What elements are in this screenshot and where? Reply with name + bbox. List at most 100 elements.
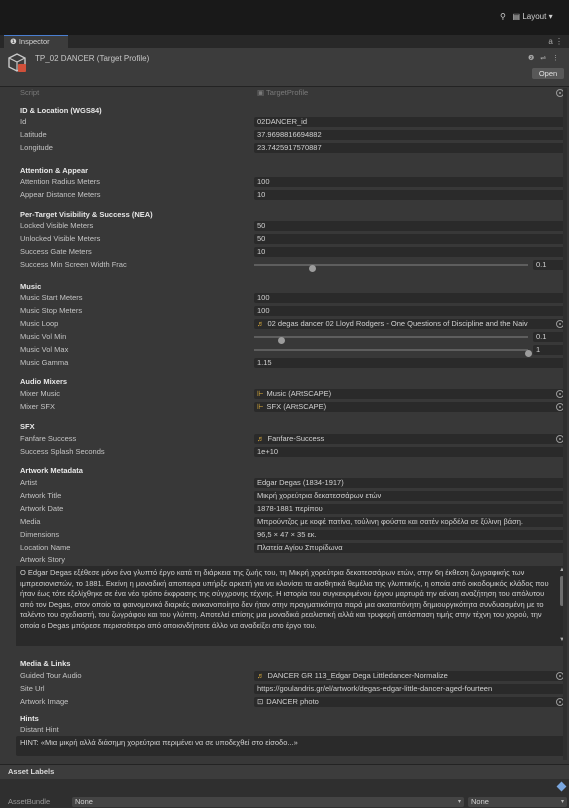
music-start-row: Music Start Meters 100 bbox=[0, 293, 569, 303]
music-volmax-row: Music Vol Max 1 bbox=[0, 345, 569, 357]
audio-field[interactable]: ♬ DANCER GR 113_Edgar Dega Littledancer-N… bbox=[254, 671, 566, 681]
slider-knob[interactable] bbox=[525, 350, 532, 357]
fanfare-row: Fanfare Success ♬ Fanfare-Success bbox=[0, 434, 569, 444]
locked-visible-input[interactable]: 50 bbox=[254, 221, 566, 231]
chevron-down-icon: ▾ bbox=[457, 799, 461, 805]
unlocked-visible-input[interactable]: 50 bbox=[254, 234, 566, 244]
locked-visible-row: Locked Visible Meters 50 bbox=[0, 221, 569, 231]
assetbundle-variant-value: None bbox=[471, 797, 489, 806]
artist-label: Artist bbox=[20, 478, 38, 487]
music-gamma-input[interactable]: 1.15 bbox=[254, 358, 566, 368]
latitude-input[interactable]: 37.9698816694882 bbox=[254, 130, 566, 140]
audio-clip-icon: ♬ bbox=[257, 319, 265, 328]
music-start-input[interactable]: 100 bbox=[254, 293, 566, 303]
section-audio-mixers: Audio Mixers bbox=[20, 377, 68, 386]
fanfare-field[interactable]: ♬ Fanfare-Success bbox=[254, 434, 566, 444]
artwork-date-input[interactable]: 1878-1881 περίπου bbox=[254, 504, 566, 514]
screen-width-label: Success Min Screen Width Frac bbox=[20, 260, 127, 269]
artwork-title-input[interactable]: Μικρή χορεύτρια δεκατεσσάρων ετών bbox=[254, 491, 566, 501]
longitude-input[interactable]: 23.7425917570887 bbox=[254, 143, 566, 153]
latitude-label: Latitude bbox=[20, 130, 47, 139]
audio-row: Guided Tour Audio ♬ DANCER GR 113_Edgar D… bbox=[0, 671, 569, 681]
layout-dropdown[interactable]: ⚲ ▤ Layout ▾ bbox=[500, 12, 553, 21]
story-textarea[interactable]: Ο Edgar Degas εξέθεσε μόνο ένα γλυπτό έρ… bbox=[16, 566, 557, 646]
success-gate-input[interactable]: 10 bbox=[254, 247, 566, 257]
assetbundle-variant-dropdown[interactable]: None ▾ bbox=[468, 797, 567, 807]
artist-input[interactable]: Edgar Degas (1834-1917) bbox=[254, 478, 566, 488]
location-name-input[interactable]: Πλατεία Αγίου Σπυρίδωνα bbox=[254, 543, 566, 553]
chevron-down-icon: ▾ bbox=[548, 12, 553, 21]
music-volmax-input[interactable]: 1 bbox=[533, 345, 566, 355]
id-label: Id bbox=[20, 117, 27, 126]
music-stop-input[interactable]: 100 bbox=[254, 306, 566, 316]
media-label: Media bbox=[20, 517, 41, 526]
longitude-label: Longitude bbox=[20, 143, 53, 152]
music-volmin-input[interactable]: 0.1 bbox=[533, 332, 566, 342]
music-loop-field[interactable]: ♬ 02 degas dancer 02 Lloyd Rodgers - One … bbox=[254, 319, 566, 329]
mixer-sfx-row: Mixer SFX ⊩ SFX (ARtSCAPE) bbox=[0, 402, 569, 412]
asset-labels-header[interactable]: Asset Labels bbox=[0, 764, 569, 780]
mixer-sfx-label: Mixer SFX bbox=[20, 402, 56, 411]
tab-label: Inspector bbox=[18, 37, 50, 46]
appear-distance-input[interactable]: 10 bbox=[254, 190, 566, 200]
section-music: Music bbox=[20, 282, 42, 291]
section-media-links: Media & Links bbox=[20, 659, 71, 668]
distant-hint-textarea[interactable]: HINT: «Μια μικρή αλλά διάσημη χορεύτρια … bbox=[16, 736, 566, 756]
mixer-icon: ⊩ bbox=[257, 389, 264, 398]
music-volmin-row: Music Vol Min 0.1 bbox=[0, 332, 569, 344]
music-gamma-label: Music Gamma bbox=[20, 358, 69, 367]
chevron-down-icon: ▾ bbox=[560, 799, 564, 805]
attention-radius-row: Attention Radius Meters 100 bbox=[0, 177, 569, 187]
artwork-image-field[interactable]: ⊡ DANCER photo bbox=[254, 697, 566, 707]
location-name-label: Location Name bbox=[20, 543, 71, 552]
fanfare-value: Fanfare-Success bbox=[267, 434, 325, 443]
header-menu-icon[interactable]: ❷ ⇌ ⋮ bbox=[528, 54, 561, 62]
artwork-title-label: Artwork Title bbox=[20, 491, 62, 500]
slider-knob[interactable] bbox=[308, 265, 316, 272]
toolbar bbox=[0, 0, 569, 35]
assetbundle-label: AssetBundle bbox=[8, 797, 51, 806]
tab-inspector[interactable]: ❶ Inspector bbox=[4, 35, 68, 48]
attention-radius-label: Attention Radius Meters bbox=[20, 177, 101, 186]
inspector-scrollbar[interactable] bbox=[563, 88, 567, 760]
scriptable-object-icon bbox=[8, 53, 26, 72]
section-id-location: ID & Location (WGS84) bbox=[20, 106, 102, 115]
mixer-sfx-field[interactable]: ⊩ SFX (ARtSCAPE) bbox=[254, 402, 566, 412]
screen-width-input[interactable]: 0.1 bbox=[533, 260, 566, 270]
mixer-music-field[interactable]: ⊩ Music (ARtSCAPE) bbox=[254, 389, 566, 399]
artwork-image-row: Artwork Image ⊡ DANCER photo bbox=[0, 697, 569, 707]
screen-width-slider[interactable] bbox=[254, 264, 528, 272]
slider-knob[interactable] bbox=[278, 337, 286, 344]
dimensions-input[interactable]: 96,5 × 47 × 35 εκ. bbox=[254, 530, 566, 540]
script-field: ▣ TargetProfile bbox=[254, 88, 566, 98]
story-label: Artwork Story bbox=[20, 555, 66, 564]
assetbundle-value: None bbox=[75, 797, 93, 806]
artist-row: Artist Edgar Degas (1834-1917) bbox=[0, 478, 569, 488]
distant-hint-row: Distant Hint bbox=[0, 725, 569, 735]
distant-hint-label: Distant Hint bbox=[20, 725, 59, 734]
open-button[interactable]: Open bbox=[532, 68, 564, 79]
section-artwork: Artwork Metadata bbox=[20, 466, 83, 475]
mixer-music-label: Mixer Music bbox=[20, 389, 61, 398]
music-volmax-slider[interactable] bbox=[254, 349, 532, 357]
music-stop-row: Music Stop Meters 100 bbox=[0, 306, 569, 316]
appear-distance-label: Appear Distance Meters bbox=[20, 190, 101, 199]
asset-labels-title: Asset Labels bbox=[8, 767, 55, 776]
splash-input[interactable]: 1e+10 bbox=[254, 447, 566, 457]
media-input[interactable]: Μπρούντζος με κοφέ πατίνα, τούλινη φούστ… bbox=[254, 517, 566, 527]
success-gate-label: Success Gate Meters bbox=[20, 247, 92, 256]
id-input[interactable]: 02DANCER_id bbox=[254, 117, 566, 127]
assetbundle-dropdown[interactable]: None ▾ bbox=[72, 797, 464, 807]
lock-icon[interactable]: a ⋮ bbox=[548, 37, 563, 46]
site-url-input[interactable]: https://goulandris.gr/el/artwork/degas-e… bbox=[254, 684, 566, 694]
mixer-music-row: Mixer Music ⊩ Music (ARtSCAPE) bbox=[0, 389, 569, 399]
artwork-date-row: Artwork Date 1878-1881 περίπου bbox=[0, 504, 569, 514]
audio-label: Guided Tour Audio bbox=[20, 671, 82, 680]
section-hints: Hints bbox=[20, 714, 39, 723]
success-gate-row: Success Gate Meters 10 bbox=[0, 247, 569, 257]
search-icon[interactable]: ⚲ bbox=[500, 12, 506, 21]
section-attention: Attention & Appear bbox=[20, 166, 89, 175]
story-label-row: Artwork Story bbox=[0, 555, 569, 565]
music-volmin-slider[interactable] bbox=[254, 336, 528, 344]
attention-radius-input[interactable]: 100 bbox=[254, 177, 566, 187]
